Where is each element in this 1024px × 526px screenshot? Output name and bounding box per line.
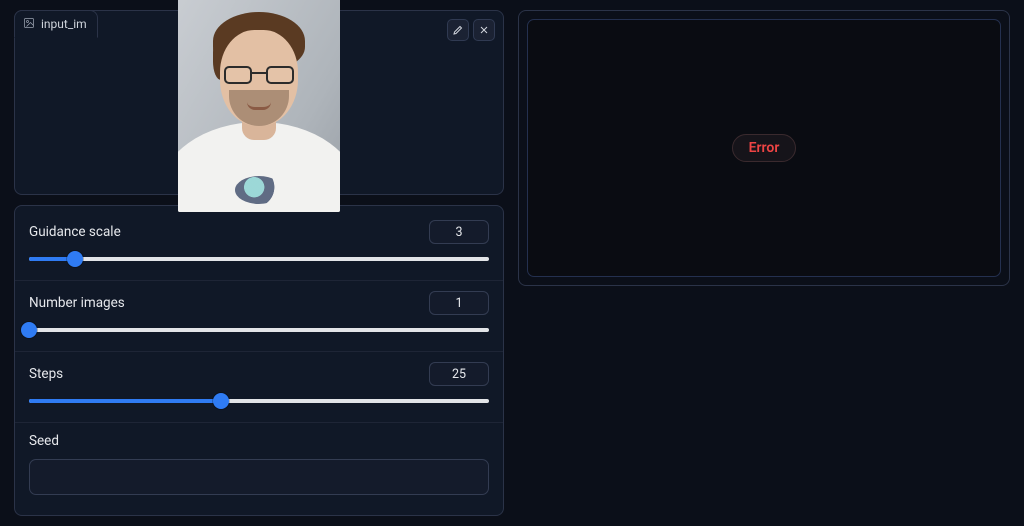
output-panel: Error	[518, 10, 1010, 286]
controls-panel: Guidance scale 3 Number images 1 Ste	[14, 205, 504, 516]
steps-slider[interactable]	[29, 396, 489, 406]
guidance-scale-label: Guidance scale	[29, 224, 121, 240]
guidance-scale-slider[interactable]	[29, 254, 489, 264]
number-images-slider[interactable]	[29, 325, 489, 335]
steps-value[interactable]: 25	[429, 362, 489, 386]
number-images-label: Number images	[29, 295, 125, 311]
seed-input[interactable]	[29, 459, 489, 495]
input-image-panel: input_im	[14, 10, 504, 195]
number-images-value[interactable]: 1	[429, 291, 489, 315]
error-status-badge: Error	[732, 134, 797, 162]
seed-label: Seed	[29, 433, 489, 449]
portrait-image	[178, 0, 340, 212]
number-images-control: Number images 1	[15, 281, 503, 352]
input-image-preview[interactable]	[15, 11, 503, 194]
output-area: Error	[527, 19, 1001, 277]
guidance-scale-control: Guidance scale 3	[15, 210, 503, 281]
guidance-scale-value[interactable]: 3	[429, 220, 489, 244]
steps-control: Steps 25	[15, 352, 503, 423]
seed-control: Seed	[15, 423, 503, 511]
steps-label: Steps	[29, 366, 63, 382]
